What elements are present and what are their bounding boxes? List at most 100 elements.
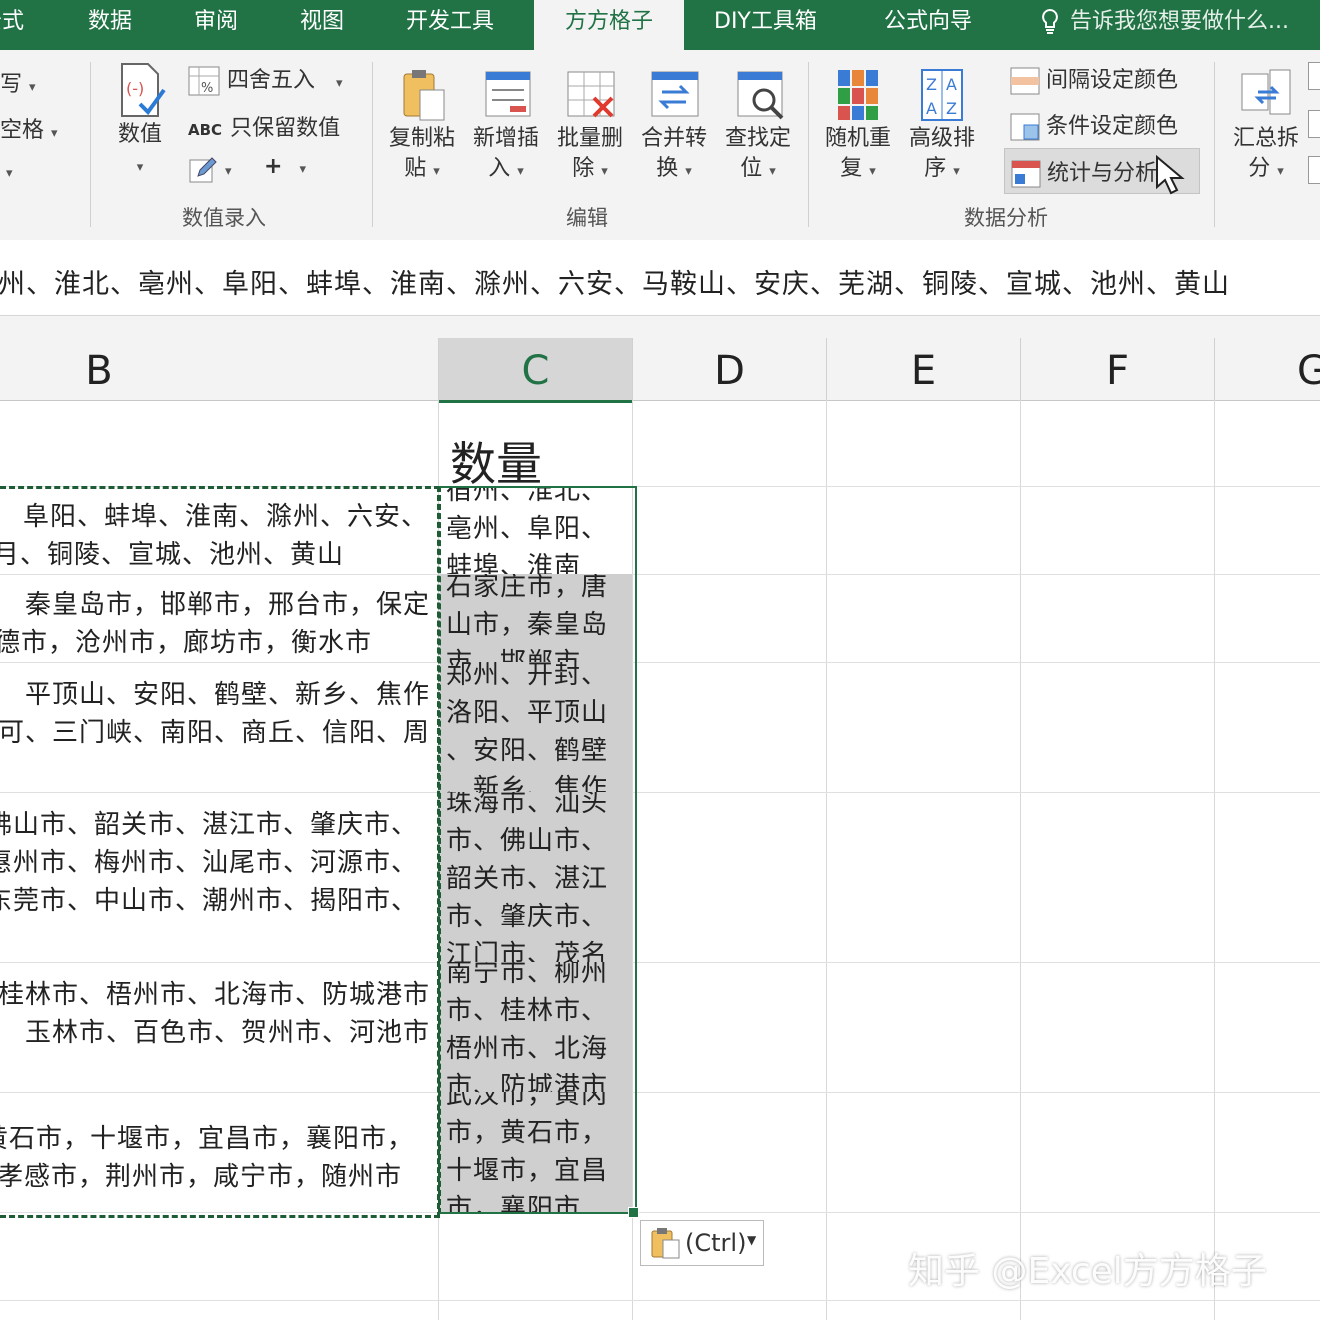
tell-me-text: 告诉我您想要做什么...: [1070, 9, 1289, 34]
selection-border: [438, 486, 637, 1214]
random-repeat-label: 随机重: [824, 126, 891, 151]
insert-rows-icon: [485, 71, 531, 117]
summary-split-label-2: 分: [1248, 156, 1271, 181]
lightbulb-icon: [1042, 8, 1058, 34]
find-locate-button[interactable]: 查找定 位 ▾: [718, 64, 798, 187]
ribbon: 写 ▾ 空格 ▾ ▾ (-) 数值 ▾ % 四舍五入 ▾ ABC 只保留数值 ▾ …: [0, 50, 1320, 241]
summary-split-button[interactable]: 汇总拆 分 ▾: [1226, 64, 1306, 187]
watermark: 知乎 @Excel方方格子: [908, 1251, 1267, 1292]
fill-handle[interactable]: [628, 1207, 639, 1218]
tell-me-box[interactable]: 告诉我您想要做什么...: [1040, 0, 1289, 50]
interval-grid-icon: [1010, 67, 1040, 95]
stats-analysis-button[interactable]: 统计与分析: [1004, 148, 1200, 195]
condition-color-button[interactable]: 条件设定颜色: [1010, 108, 1178, 141]
tab-diy-toolbox[interactable]: DIY工具箱: [714, 0, 817, 50]
svg-text:Z: Z: [926, 75, 937, 94]
grid-line: [1020, 400, 1021, 1320]
magnifier-icon: [737, 71, 784, 120]
partial-icon-1: [1308, 62, 1320, 90]
tab-view[interactable]: 视图: [300, 0, 344, 50]
group-separator: [90, 62, 91, 227]
random-repeat-label-2: 复: [840, 156, 863, 181]
column-header-g[interactable]: G: [1215, 338, 1320, 400]
formula-bar-gap: [0, 316, 1320, 338]
value-button[interactable]: (-) 数值 ▾: [100, 60, 180, 183]
keep-value-button[interactable]: ABC 只保留数值: [188, 110, 340, 142]
column-header-b[interactable]: B: [0, 338, 439, 400]
copy-marquee: [0, 486, 440, 1218]
tab-formula-wizard[interactable]: 公式向导: [884, 0, 972, 50]
advanced-sort-label: 高级排: [908, 126, 975, 151]
tab-formulas[interactable]: 公式: [0, 0, 24, 50]
tab-review[interactable]: 审阅: [194, 0, 238, 50]
delete-grid-icon: [567, 71, 615, 118]
clipboard-icon: [403, 70, 445, 121]
color-blocks-icon: [838, 70, 878, 120]
plus-dropdown[interactable]: + ▾: [264, 154, 306, 179]
find-locate-label-2: 位: [740, 156, 763, 181]
cell-c-header[interactable]: 数量: [450, 428, 542, 494]
paste-clipboard-icon: [651, 1228, 680, 1259]
column-header-f[interactable]: F: [1021, 338, 1215, 400]
batch-delete-label: 批量删: [556, 126, 623, 151]
partial-item-1[interactable]: 写 ▾: [0, 66, 36, 98]
round-button[interactable]: % 四舍五入 ▾: [188, 62, 343, 96]
copy-paste-label-2: 贴: [404, 156, 427, 181]
condition-color-icon: [1010, 113, 1040, 141]
edit-dropdown[interactable]: ▾: [188, 154, 232, 184]
merge-convert-label-2: 换: [656, 156, 679, 181]
mouse-cursor-icon: [1156, 155, 1185, 195]
grid-line: [826, 400, 827, 1320]
insert-label-2: 入: [488, 156, 511, 181]
tab-fangfang[interactable]: 方方格子: [534, 0, 684, 52]
group-separator: [808, 62, 809, 227]
group-separator: [372, 62, 373, 227]
column-header-row: B C D E F G: [0, 338, 1320, 403]
random-repeat-button[interactable]: 随机重 复 ▾: [818, 64, 898, 187]
column-header-e[interactable]: E: [827, 338, 1021, 400]
formula-bar-content[interactable]: 宿州、淮北、亳州、阜阳、蚌埠、淮南、滁州、六安、马鞍山、安庆、芜湖、铜陵、宣城、…: [0, 262, 1230, 301]
merge-convert-label: 合并转: [640, 126, 707, 151]
tab-developer[interactable]: 开发工具: [406, 0, 494, 50]
copy-paste-button[interactable]: 复制粘 贴 ▾: [382, 64, 462, 187]
ribbon-tab-bar: 公式 数据 审阅 视图 开发工具 方方格子 DIY工具箱 公式向导 告诉我您想要…: [0, 0, 1320, 52]
svg-text:(-): (-): [126, 79, 144, 98]
partial-icon-3: [1308, 156, 1320, 184]
group-label-edit: 编辑: [566, 206, 608, 230]
merge-icon: [651, 71, 699, 117]
grid-line: [0, 1300, 1320, 1301]
percent-grid-icon: %: [188, 66, 220, 96]
insert-button[interactable]: 新增插 入 ▾: [466, 64, 546, 187]
copy-paste-label: 复制粘: [388, 126, 455, 151]
paste-options-label: (Ctrl): [685, 1229, 747, 1257]
pencil-icon: [189, 157, 217, 183]
group-label-numeric: 数值录入: [182, 206, 266, 230]
svg-text:Z: Z: [946, 99, 957, 118]
insert-label: 新增插: [472, 126, 539, 151]
partial-icon-2: [1308, 110, 1320, 138]
partial-item-2[interactable]: 空格 ▾: [0, 112, 58, 144]
group-separator: [1214, 62, 1215, 227]
batch-delete-button[interactable]: 批量删 除 ▾: [550, 64, 630, 187]
plus-icon: +: [264, 154, 283, 179]
partial-item-3[interactable]: ▾: [6, 158, 13, 183]
value-label: 数值: [117, 122, 162, 147]
batch-delete-label-2: 除: [572, 156, 595, 181]
summary-split-icon: [1241, 69, 1291, 115]
advanced-sort-button[interactable]: ZA AZ 高级排 序 ▾: [902, 64, 982, 187]
svg-text:A: A: [946, 75, 957, 94]
chevron-down-icon: ▼: [747, 1233, 757, 1247]
find-locate-label: 查找定: [724, 126, 791, 151]
grid-line: [1214, 400, 1215, 1320]
stats-icon: [1011, 160, 1041, 188]
interval-color-button[interactable]: 间隔设定颜色: [1010, 62, 1178, 95]
paste-options-button[interactable]: (Ctrl) ▼: [640, 1220, 764, 1266]
svg-text:A: A: [926, 99, 937, 118]
column-header-d[interactable]: D: [633, 338, 827, 400]
column-header-c[interactable]: C: [439, 338, 633, 403]
summary-split-label: 汇总拆: [1232, 126, 1299, 151]
tab-data[interactable]: 数据: [88, 0, 132, 50]
sort-az-icon: ZA AZ: [921, 69, 963, 121]
merge-convert-button[interactable]: 合并转 换 ▾: [634, 64, 714, 187]
advanced-sort-label-2: 序: [924, 156, 947, 181]
